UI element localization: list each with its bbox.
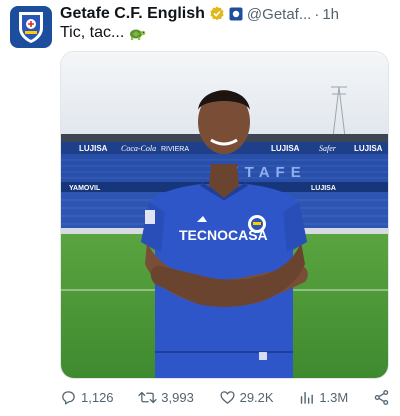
getafe-crest-icon	[19, 12, 43, 43]
user-handle[interactable]: @Getaf...	[247, 6, 311, 23]
retweet-button[interactable]: 3,993	[138, 389, 194, 406]
analytics-icon	[301, 391, 314, 404]
like-button[interactable]: 29.2K	[219, 389, 274, 406]
retweet-count: 3,993	[161, 389, 194, 405]
affiliate-badge-icon	[229, 7, 243, 21]
reply-count: 1,126	[81, 389, 114, 405]
views-button[interactable]: 1.3M	[298, 389, 348, 406]
ad-text: RIVIERA	[161, 146, 189, 153]
display-name[interactable]: Getafe C.F. English	[60, 5, 205, 23]
share-button[interactable]	[373, 389, 390, 406]
like-count: 29.2K	[239, 389, 274, 405]
ad-text: LUJISA	[271, 144, 300, 153]
timestamp[interactable]: 1h	[322, 6, 339, 23]
reply-icon	[62, 390, 75, 405]
tweet-media-image[interactable]: LUJISA Coca-Cola RIVIERA LUJISA Safer LU…	[60, 51, 389, 379]
avatar[interactable]	[10, 6, 52, 48]
retweet-icon	[138, 391, 157, 403]
tweet-header: Getafe C.F. English @Getaf... · 1h	[60, 4, 392, 24]
ad-text: Safer	[319, 144, 337, 153]
reply-button[interactable]: 1,126	[60, 389, 114, 406]
ad-text: LUJISA	[354, 144, 383, 153]
view-count: 1.3M	[319, 389, 349, 405]
ad-text: YAMOVIL	[69, 185, 101, 192]
ad-text: LUJISA	[311, 185, 336, 192]
tweet-text: Tic, tac...	[60, 24, 125, 41]
turtle-icon	[128, 25, 146, 41]
ad-text: LUJISA	[79, 144, 108, 153]
tweet-action-bar: 1,126 3,993 29.2K 1.3M	[60, 386, 390, 408]
ad-text: Coca-Cola	[121, 144, 156, 153]
verified-badge-icon	[209, 6, 225, 22]
heart-icon	[220, 390, 235, 404]
separator-dot: ·	[314, 5, 320, 23]
shirt-sponsor: TECNOCASA	[179, 227, 268, 243]
tweet-text-row: Tic, tac...	[60, 24, 146, 42]
share-icon	[374, 389, 389, 405]
